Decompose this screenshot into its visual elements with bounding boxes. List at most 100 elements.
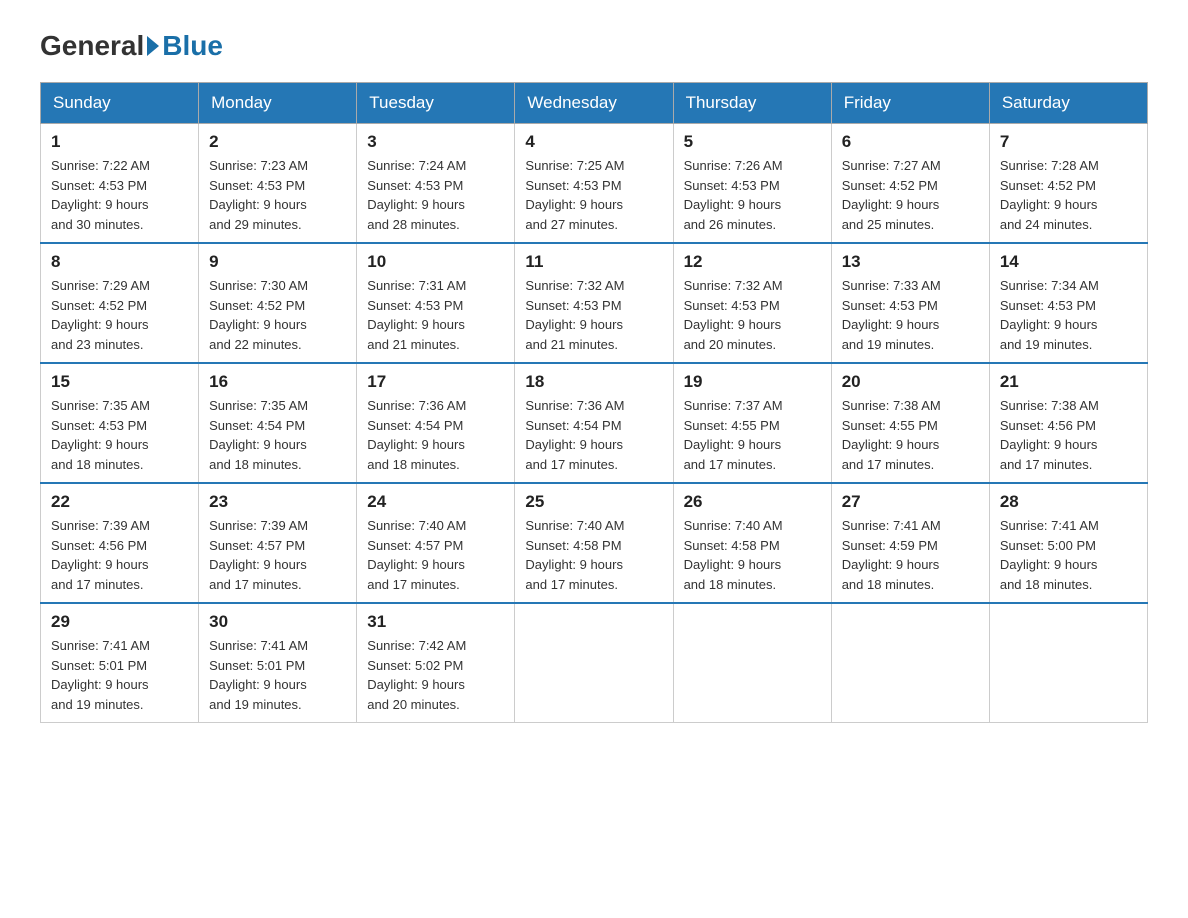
day-number: 28 [1000,492,1137,512]
calendar-day-cell: 15 Sunrise: 7:35 AM Sunset: 4:53 PM Dayl… [41,363,199,483]
day-info: Sunrise: 7:35 AM Sunset: 4:53 PM Dayligh… [51,396,188,474]
day-number: 4 [525,132,662,152]
day-of-week-header: Wednesday [515,83,673,124]
calendar-table: SundayMondayTuesdayWednesdayThursdayFrid… [40,82,1148,723]
day-number: 5 [684,132,821,152]
day-info: Sunrise: 7:31 AM Sunset: 4:53 PM Dayligh… [367,276,504,354]
day-number: 14 [1000,252,1137,272]
day-number: 23 [209,492,346,512]
calendar-day-cell [831,603,989,723]
calendar-day-cell: 11 Sunrise: 7:32 AM Sunset: 4:53 PM Dayl… [515,243,673,363]
calendar-day-cell: 17 Sunrise: 7:36 AM Sunset: 4:54 PM Dayl… [357,363,515,483]
calendar-day-cell: 2 Sunrise: 7:23 AM Sunset: 4:53 PM Dayli… [199,124,357,244]
day-number: 7 [1000,132,1137,152]
logo: General Blue [40,30,223,62]
day-number: 15 [51,372,188,392]
day-info: Sunrise: 7:36 AM Sunset: 4:54 PM Dayligh… [525,396,662,474]
day-number: 2 [209,132,346,152]
day-info: Sunrise: 7:25 AM Sunset: 4:53 PM Dayligh… [525,156,662,234]
day-info: Sunrise: 7:41 AM Sunset: 5:01 PM Dayligh… [209,636,346,714]
calendar-day-cell [673,603,831,723]
calendar-week-row: 29 Sunrise: 7:41 AM Sunset: 5:01 PM Dayl… [41,603,1148,723]
day-info: Sunrise: 7:41 AM Sunset: 4:59 PM Dayligh… [842,516,979,594]
calendar-day-cell: 7 Sunrise: 7:28 AM Sunset: 4:52 PM Dayli… [989,124,1147,244]
calendar-day-cell: 27 Sunrise: 7:41 AM Sunset: 4:59 PM Dayl… [831,483,989,603]
calendar-day-cell: 8 Sunrise: 7:29 AM Sunset: 4:52 PM Dayli… [41,243,199,363]
calendar-day-cell: 13 Sunrise: 7:33 AM Sunset: 4:53 PM Dayl… [831,243,989,363]
day-info: Sunrise: 7:41 AM Sunset: 5:01 PM Dayligh… [51,636,188,714]
page-header: General Blue [40,30,1148,62]
logo-blue-text: Blue [162,30,223,62]
day-info: Sunrise: 7:22 AM Sunset: 4:53 PM Dayligh… [51,156,188,234]
day-info: Sunrise: 7:28 AM Sunset: 4:52 PM Dayligh… [1000,156,1137,234]
calendar-week-row: 15 Sunrise: 7:35 AM Sunset: 4:53 PM Dayl… [41,363,1148,483]
calendar-day-cell: 12 Sunrise: 7:32 AM Sunset: 4:53 PM Dayl… [673,243,831,363]
day-of-week-header: Thursday [673,83,831,124]
day-of-week-header: Monday [199,83,357,124]
day-number: 19 [684,372,821,392]
calendar-day-cell: 9 Sunrise: 7:30 AM Sunset: 4:52 PM Dayli… [199,243,357,363]
day-number: 18 [525,372,662,392]
day-info: Sunrise: 7:42 AM Sunset: 5:02 PM Dayligh… [367,636,504,714]
day-number: 10 [367,252,504,272]
day-of-week-header: Tuesday [357,83,515,124]
day-number: 1 [51,132,188,152]
day-number: 9 [209,252,346,272]
calendar-day-cell: 28 Sunrise: 7:41 AM Sunset: 5:00 PM Dayl… [989,483,1147,603]
day-number: 27 [842,492,979,512]
day-number: 20 [842,372,979,392]
day-number: 3 [367,132,504,152]
calendar-day-cell: 14 Sunrise: 7:34 AM Sunset: 4:53 PM Dayl… [989,243,1147,363]
calendar-day-cell: 1 Sunrise: 7:22 AM Sunset: 4:53 PM Dayli… [41,124,199,244]
day-number: 30 [209,612,346,632]
day-info: Sunrise: 7:30 AM Sunset: 4:52 PM Dayligh… [209,276,346,354]
logo-arrow-icon [147,36,159,56]
day-info: Sunrise: 7:35 AM Sunset: 4:54 PM Dayligh… [209,396,346,474]
day-info: Sunrise: 7:39 AM Sunset: 4:57 PM Dayligh… [209,516,346,594]
day-number: 8 [51,252,188,272]
day-info: Sunrise: 7:27 AM Sunset: 4:52 PM Dayligh… [842,156,979,234]
calendar-day-cell: 30 Sunrise: 7:41 AM Sunset: 5:01 PM Dayl… [199,603,357,723]
day-info: Sunrise: 7:32 AM Sunset: 4:53 PM Dayligh… [525,276,662,354]
day-info: Sunrise: 7:41 AM Sunset: 5:00 PM Dayligh… [1000,516,1137,594]
calendar-day-cell: 3 Sunrise: 7:24 AM Sunset: 4:53 PM Dayli… [357,124,515,244]
day-number: 12 [684,252,821,272]
calendar-day-cell: 24 Sunrise: 7:40 AM Sunset: 4:57 PM Dayl… [357,483,515,603]
day-info: Sunrise: 7:34 AM Sunset: 4:53 PM Dayligh… [1000,276,1137,354]
calendar-day-cell: 22 Sunrise: 7:39 AM Sunset: 4:56 PM Dayl… [41,483,199,603]
day-info: Sunrise: 7:24 AM Sunset: 4:53 PM Dayligh… [367,156,504,234]
day-info: Sunrise: 7:40 AM Sunset: 4:58 PM Dayligh… [525,516,662,594]
day-number: 16 [209,372,346,392]
day-number: 11 [525,252,662,272]
calendar-day-cell: 6 Sunrise: 7:27 AM Sunset: 4:52 PM Dayli… [831,124,989,244]
day-number: 21 [1000,372,1137,392]
day-number: 6 [842,132,979,152]
calendar-day-cell: 31 Sunrise: 7:42 AM Sunset: 5:02 PM Dayl… [357,603,515,723]
day-of-week-header: Sunday [41,83,199,124]
calendar-day-cell: 29 Sunrise: 7:41 AM Sunset: 5:01 PM Dayl… [41,603,199,723]
calendar-week-row: 1 Sunrise: 7:22 AM Sunset: 4:53 PM Dayli… [41,124,1148,244]
day-info: Sunrise: 7:29 AM Sunset: 4:52 PM Dayligh… [51,276,188,354]
day-number: 29 [51,612,188,632]
day-info: Sunrise: 7:40 AM Sunset: 4:57 PM Dayligh… [367,516,504,594]
day-info: Sunrise: 7:38 AM Sunset: 4:56 PM Dayligh… [1000,396,1137,474]
day-number: 26 [684,492,821,512]
logo-general-text: General [40,30,144,62]
day-number: 31 [367,612,504,632]
calendar-day-cell: 18 Sunrise: 7:36 AM Sunset: 4:54 PM Dayl… [515,363,673,483]
day-number: 17 [367,372,504,392]
day-info: Sunrise: 7:23 AM Sunset: 4:53 PM Dayligh… [209,156,346,234]
calendar-day-cell: 20 Sunrise: 7:38 AM Sunset: 4:55 PM Dayl… [831,363,989,483]
calendar-day-cell: 4 Sunrise: 7:25 AM Sunset: 4:53 PM Dayli… [515,124,673,244]
calendar-header-row: SundayMondayTuesdayWednesdayThursdayFrid… [41,83,1148,124]
day-number: 25 [525,492,662,512]
day-info: Sunrise: 7:36 AM Sunset: 4:54 PM Dayligh… [367,396,504,474]
day-of-week-header: Friday [831,83,989,124]
day-number: 22 [51,492,188,512]
day-number: 13 [842,252,979,272]
calendar-day-cell [515,603,673,723]
calendar-day-cell: 21 Sunrise: 7:38 AM Sunset: 4:56 PM Dayl… [989,363,1147,483]
calendar-week-row: 8 Sunrise: 7:29 AM Sunset: 4:52 PM Dayli… [41,243,1148,363]
day-info: Sunrise: 7:39 AM Sunset: 4:56 PM Dayligh… [51,516,188,594]
calendar-week-row: 22 Sunrise: 7:39 AM Sunset: 4:56 PM Dayl… [41,483,1148,603]
